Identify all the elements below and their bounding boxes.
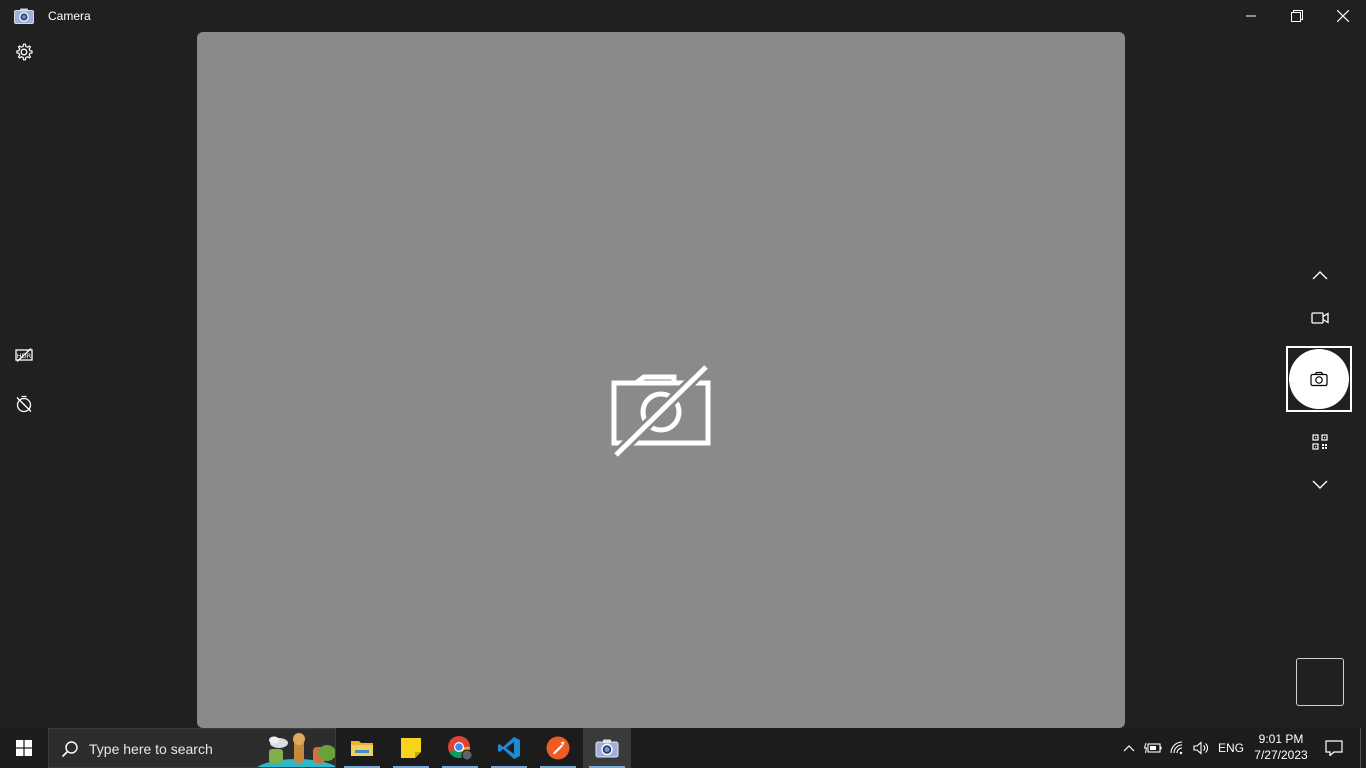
clock-time: 9:01 PM xyxy=(1258,732,1304,746)
search-placeholder[interactable]: Type here to search xyxy=(89,741,213,757)
camera-app-icon xyxy=(595,739,619,758)
timer-off-icon xyxy=(16,395,32,413)
sticky-notes-icon xyxy=(401,738,421,758)
camera-icon xyxy=(1310,371,1328,387)
chrome-icon xyxy=(448,736,473,761)
search-icon xyxy=(61,741,78,758)
taskbar-postman[interactable] xyxy=(534,728,582,768)
timer-toggle[interactable] xyxy=(12,392,36,416)
taskbar-google-chrome[interactable] xyxy=(436,728,484,768)
action-center-button[interactable] xyxy=(1318,728,1350,768)
camera-window: Camera HDR xyxy=(0,0,1366,728)
gear-icon xyxy=(16,43,33,61)
settings-button[interactable] xyxy=(12,40,36,64)
battery-charging-icon xyxy=(1144,742,1162,754)
notification-icon xyxy=(1325,740,1343,756)
chevron-up-icon xyxy=(1123,745,1135,752)
taskbar-camera[interactable] xyxy=(583,728,631,768)
battery-status[interactable] xyxy=(1141,728,1165,768)
mode-scroll-up-button[interactable] xyxy=(1304,259,1336,291)
shutter-circle[interactable] xyxy=(1289,349,1349,409)
take-photo-button[interactable] xyxy=(1286,346,1352,412)
hdr-icon: HDR xyxy=(15,348,33,362)
restore-icon xyxy=(1291,10,1303,22)
windows-logo-icon xyxy=(16,740,32,756)
taskbar: Type here to search ENG 9:01 PM 7/27/202… xyxy=(0,728,1366,768)
input-language[interactable]: ENG xyxy=(1214,728,1248,768)
start-button[interactable] xyxy=(0,728,48,768)
chevron-down-icon xyxy=(1312,480,1328,489)
video-camera-icon xyxy=(1311,312,1329,324)
speaker-icon xyxy=(1193,741,1208,755)
qr-code-icon xyxy=(1312,434,1328,450)
camera-preview xyxy=(197,32,1125,728)
close-icon xyxy=(1337,10,1349,22)
folder-icon xyxy=(351,741,373,756)
close-button[interactable] xyxy=(1320,0,1366,32)
clock[interactable]: 9:01 PM 7/27/2023 xyxy=(1248,728,1314,768)
title-bar[interactable]: Camera xyxy=(0,0,1366,32)
volume-control[interactable] xyxy=(1190,728,1212,768)
show-desktop-button[interactable] xyxy=(1360,728,1366,768)
camera-app-icon xyxy=(14,8,34,24)
vscode-icon xyxy=(498,737,520,759)
postman-icon xyxy=(546,736,570,760)
minimize-button[interactable] xyxy=(1228,0,1274,32)
barcode-mode-button[interactable] xyxy=(1304,426,1336,458)
search-highlight-illustration xyxy=(257,733,335,767)
taskbar-search-box[interactable]: Type here to search xyxy=(48,728,336,768)
last-capture-thumbnail[interactable] xyxy=(1296,658,1344,706)
chevron-up-icon xyxy=(1312,271,1328,280)
video-mode-button[interactable] xyxy=(1304,302,1336,334)
window-title: Camera xyxy=(48,9,91,23)
network-status[interactable] xyxy=(1166,728,1190,768)
minimize-icon xyxy=(1246,15,1256,17)
clock-date: 7/27/2023 xyxy=(1254,748,1308,762)
show-hidden-icons-button[interactable] xyxy=(1118,728,1140,768)
wifi-icon xyxy=(1170,741,1183,755)
taskbar-file-explorer[interactable] xyxy=(338,728,386,768)
restore-button[interactable] xyxy=(1274,0,1320,32)
mode-scroll-down-button[interactable] xyxy=(1304,469,1336,501)
taskbar-vscode[interactable] xyxy=(485,728,533,768)
camera-off-icon xyxy=(611,363,711,459)
taskbar-sticky-notes[interactable] xyxy=(387,728,435,768)
hdr-toggle[interactable]: HDR xyxy=(12,343,36,367)
